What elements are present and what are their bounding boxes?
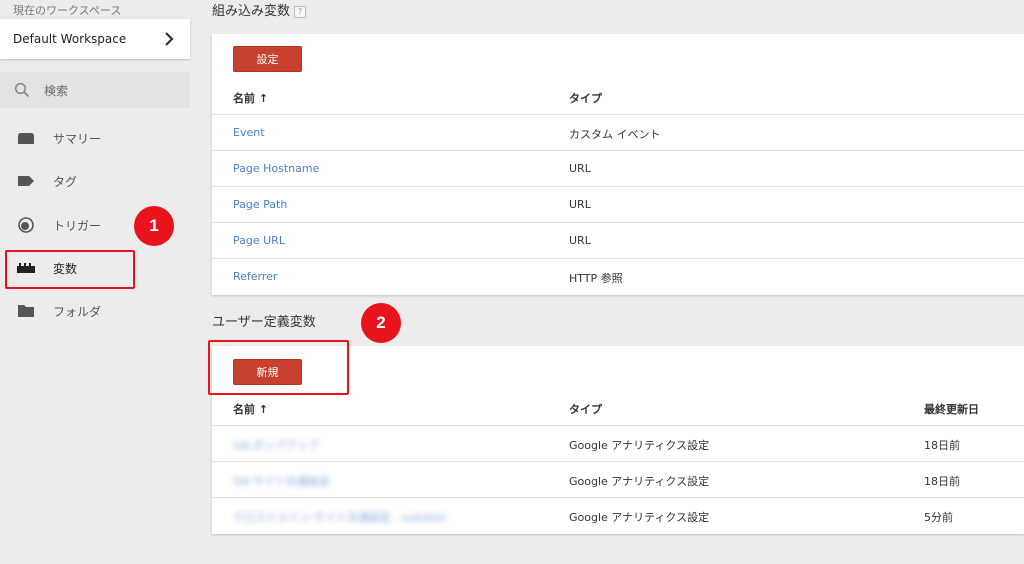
variable-type: Google アナリティクス設定 [569, 475, 710, 488]
table-row: クロスドメイン-サイト共通設定 - subdom Google アナリティクス設… [212, 497, 1024, 533]
variable-link[interactable]: Page URL [233, 234, 285, 247]
sidebar-item-label: トリガー [53, 218, 102, 233]
step-badge-2: 2 [361, 303, 401, 343]
step-badge-1: 1 [134, 206, 174, 246]
table-header: 名前 ↑ タイプ [212, 78, 1024, 114]
table-row: Page Path URL [212, 186, 1024, 222]
table-row: GA-サイト共通設定 Google アナリティクス設定 18日前 [212, 461, 1024, 497]
highlight-variables [5, 250, 135, 289]
sidebar-item-label: サマリー [53, 131, 102, 146]
variable-type: HTTP 参照 [569, 272, 623, 285]
sidebar-item-label: タグ [53, 174, 78, 189]
column-header-updated[interactable]: 最終更新日 [924, 401, 979, 417]
sidebar-item-summary[interactable]: サマリー [0, 118, 190, 158]
workspace-label: 現在のワークスペース [13, 4, 122, 17]
variable-type: カスタム イベント [569, 128, 661, 141]
column-header-name[interactable]: 名前 ↑ [233, 90, 268, 106]
variable-type: Google アナリティクス設定 [569, 511, 710, 524]
builtin-title-text: 組み込み変数 [212, 4, 291, 19]
variable-updated: 18日前 [924, 439, 960, 452]
highlight-new-button [208, 340, 349, 395]
table-row: Page URL URL [212, 222, 1024, 258]
variable-updated: 5分前 [924, 511, 953, 524]
variable-type: URL [569, 198, 591, 211]
search-label: 検索 [44, 83, 69, 98]
table-row: Event カスタム イベント [212, 114, 1024, 150]
trigger-icon [16, 217, 36, 233]
workspace-selector[interactable]: Default Workspace [0, 19, 190, 59]
builtin-section-title: 組み込み変数? [212, 0, 307, 19]
tag-icon [16, 173, 36, 189]
configure-button[interactable]: 設定 [233, 46, 302, 72]
table-row: Referrer HTTP 参照 [212, 258, 1024, 294]
sidebar-item-tags[interactable]: タグ [0, 161, 190, 201]
variable-link[interactable]: Referrer [233, 270, 277, 283]
variable-link[interactable]: Page Path [233, 198, 287, 211]
variable-link[interactable]: Page Hostname [233, 162, 319, 175]
variable-type: Google アナリティクス設定 [569, 439, 710, 452]
variable-type: URL [569, 162, 591, 175]
search-icon [14, 82, 30, 98]
folder-icon [16, 303, 36, 319]
folder-open-icon [16, 130, 36, 146]
table-row: Page Hostname URL [212, 150, 1024, 186]
column-header-type: タイプ [569, 92, 602, 105]
sidebar-item-folders[interactable]: フォルダ [0, 291, 190, 331]
workspace-name: Default Workspace [13, 32, 127, 46]
table-row: GA-ポップアップ Google アナリティクス設定 18日前 [212, 425, 1024, 461]
user-section-title: ユーザー定義変数 [212, 315, 316, 330]
variable-link[interactable]: GA-サイト共通設定 [233, 473, 330, 489]
variable-link[interactable]: Event [233, 126, 265, 139]
column-header-name[interactable]: 名前 ↑ [233, 401, 268, 417]
variable-link[interactable]: クロスドメイン-サイト共通設定 - subdom [233, 509, 446, 525]
chevron-right-icon [165, 32, 174, 46]
search-box[interactable]: 検索 [0, 72, 190, 108]
help-icon[interactable]: ? [294, 5, 307, 18]
variable-type: URL [569, 234, 591, 247]
column-header-type: タイプ [569, 403, 602, 416]
variable-link[interactable]: GA-ポップアップ [233, 437, 319, 453]
variable-updated: 18日前 [924, 475, 960, 488]
sidebar-item-label: フォルダ [53, 304, 102, 319]
builtin-variables-card: 設定 名前 ↑ タイプ Event カスタム イベント Page Hostnam… [212, 34, 1024, 295]
